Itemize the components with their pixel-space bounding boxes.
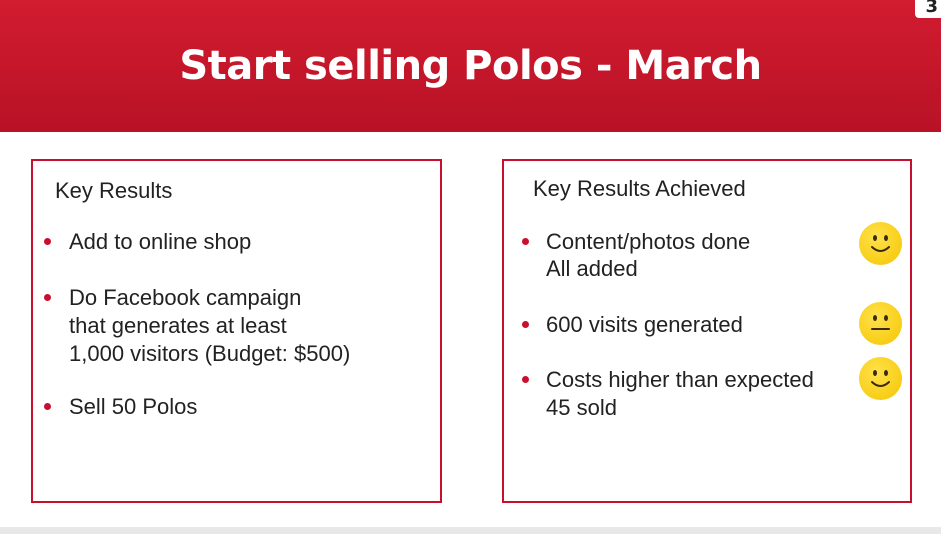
smiley-happy-icon (859, 357, 902, 400)
key-results-panel: Key Results Add to online shop Do Facebo… (31, 159, 442, 503)
bullet-dot-icon (522, 376, 529, 383)
slide-corner-mark: 3 (915, 0, 941, 18)
key-results-achieved-heading: Key Results Achieved (533, 176, 746, 201)
list-item-text: All added (546, 256, 638, 281)
list-item-text: Costs higher than expected (546, 367, 814, 392)
list-item-text: Add to online shop (69, 229, 252, 254)
bullet-dot-icon (44, 294, 51, 301)
bullet-dot-icon (44, 403, 51, 410)
list-item-text: Sell 50 Polos (69, 394, 198, 419)
key-results-achieved-panel: Key Results Achieved Content/photos done… (502, 159, 912, 503)
slide: Start selling Polos - March 3 Key Result… (0, 0, 941, 534)
title-banner: Start selling Polos - March (0, 0, 941, 132)
bullet-dot-icon (44, 238, 51, 245)
list-item-text: 45 sold (546, 395, 617, 420)
key-results-heading: Key Results (55, 178, 173, 203)
slide-title: Start selling Polos - March (179, 43, 762, 89)
bottom-strip (0, 527, 941, 534)
list-item-text: Do Facebook campaign (69, 285, 302, 310)
smiley-neutral-icon (859, 302, 902, 345)
list-item-text: Content/photos done (546, 229, 751, 254)
list-item-text: 600 visits generated (546, 312, 743, 337)
bullet-dot-icon (522, 321, 529, 328)
smiley-happy-icon (859, 222, 902, 265)
corner-mark-text: 3 (925, 0, 938, 17)
list-item-text: that generates at least (69, 313, 287, 338)
list-item-text: 1,000 visitors (Budget: $500) (69, 341, 351, 366)
bullet-dot-icon (522, 238, 529, 245)
